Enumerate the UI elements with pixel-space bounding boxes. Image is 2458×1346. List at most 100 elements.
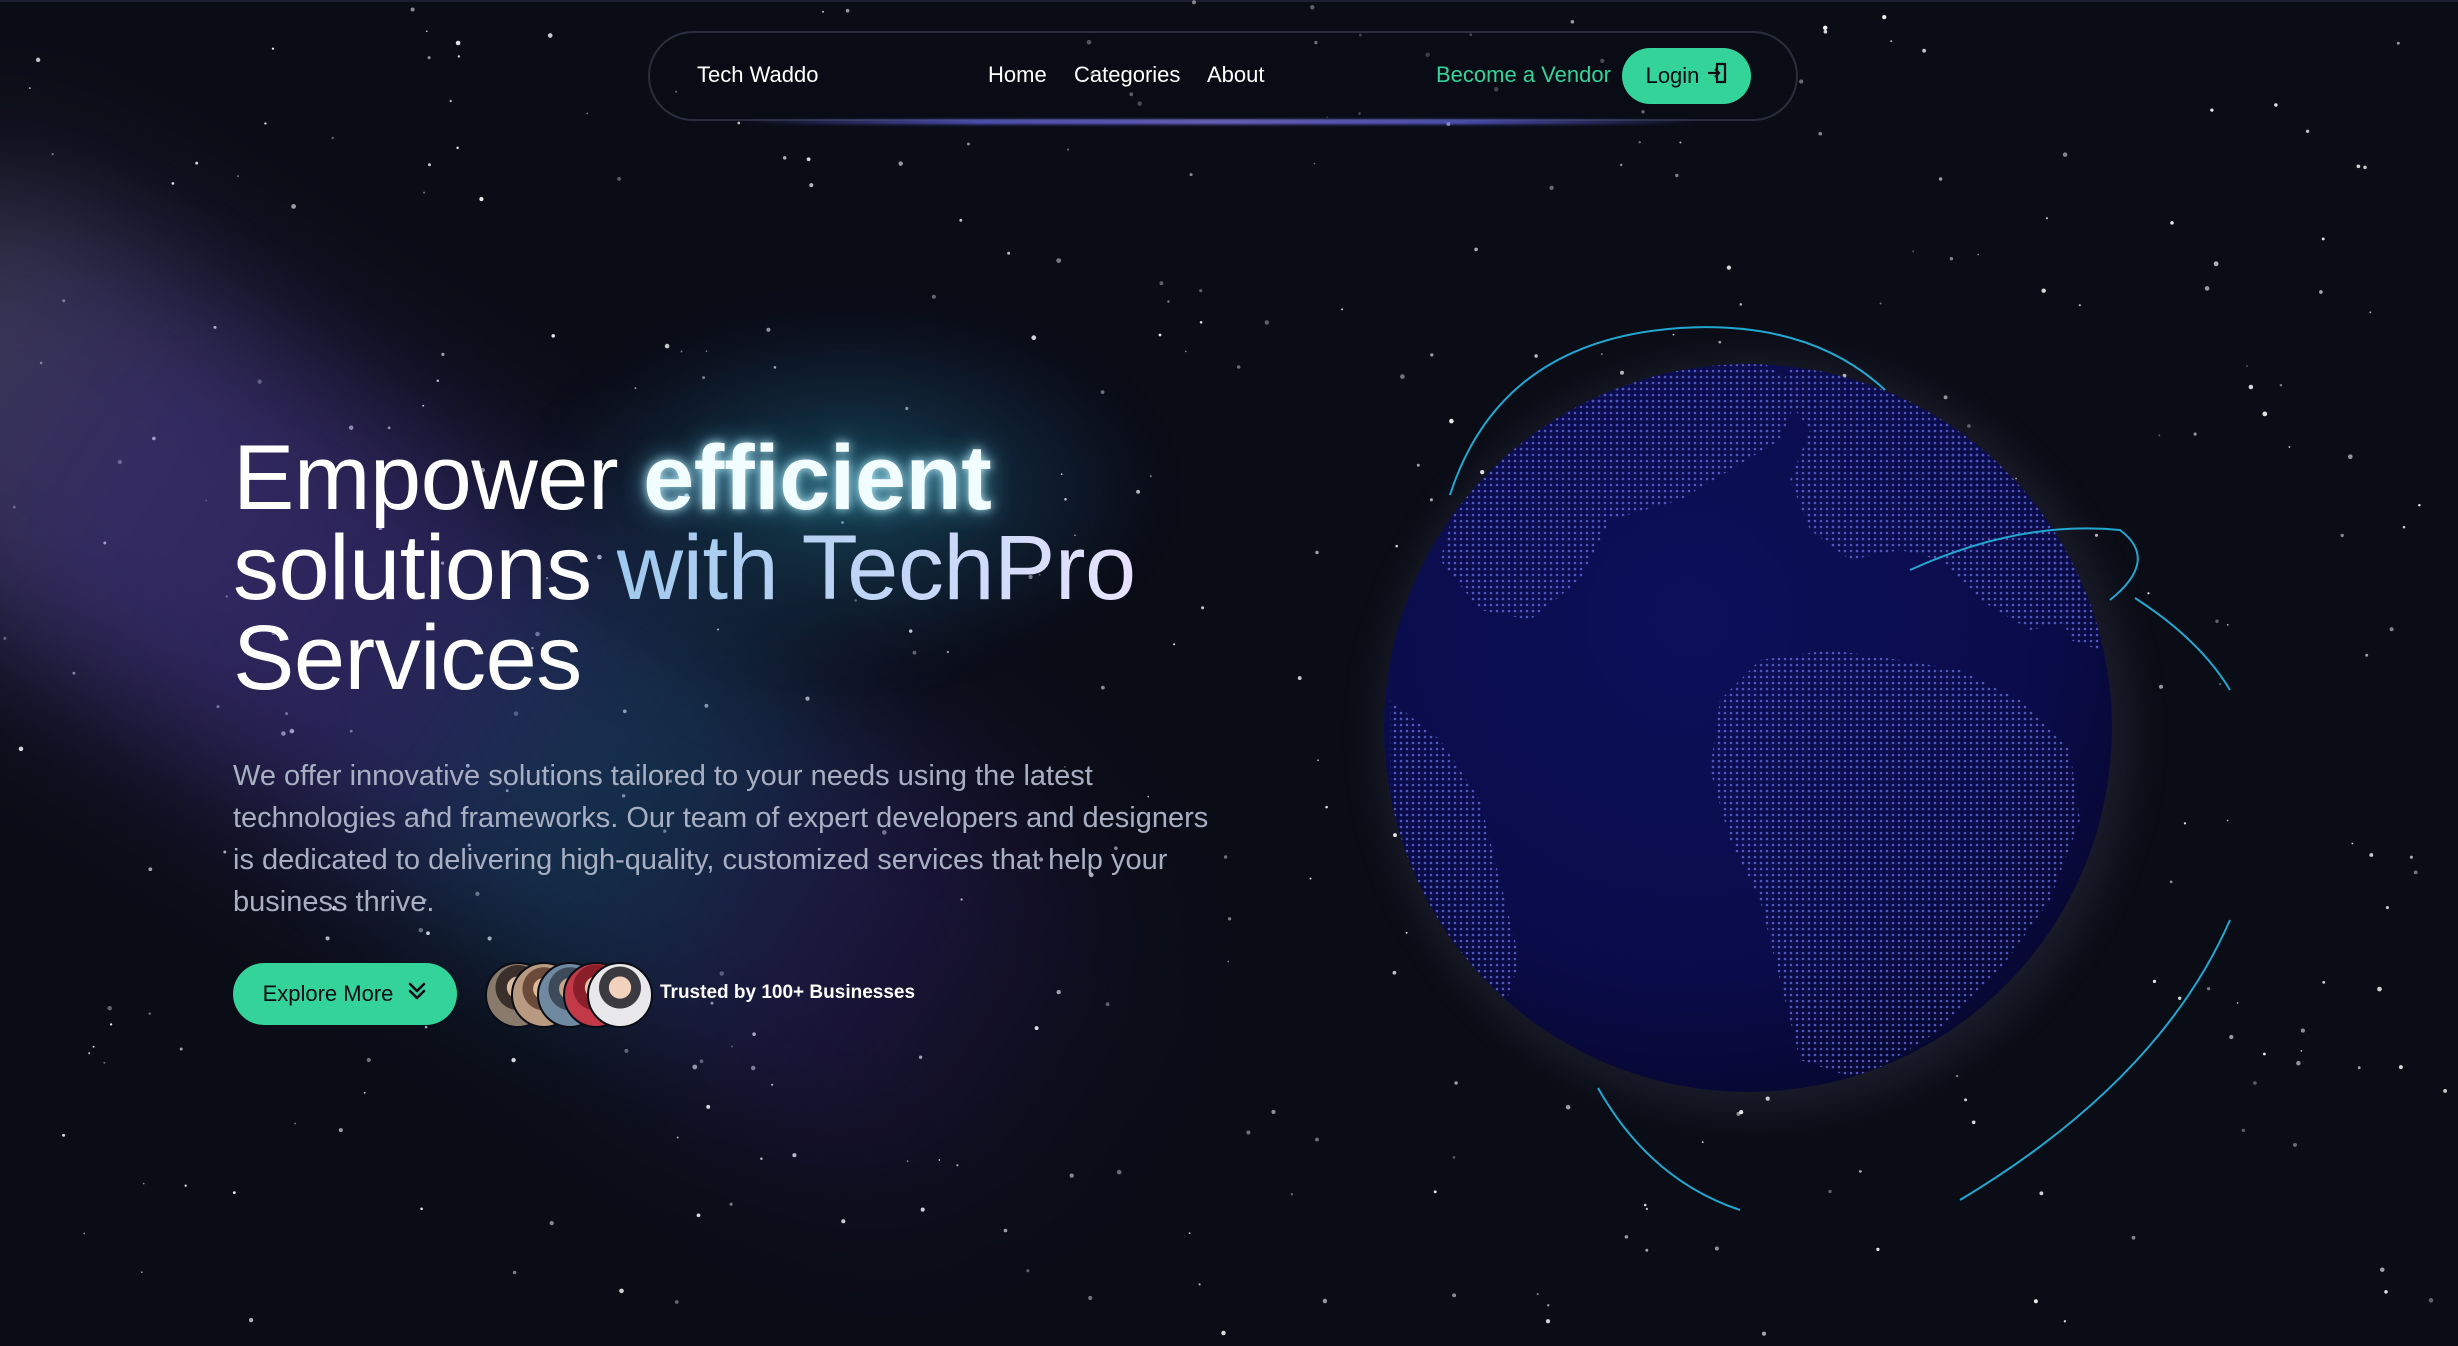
star <box>2413 870 2418 875</box>
star <box>35 57 41 63</box>
star <box>2296 1060 2301 1066</box>
star <box>2319 290 2323 294</box>
star <box>291 204 296 209</box>
star <box>2409 855 2413 859</box>
star <box>617 177 621 181</box>
heading-gradient-text: with TechPro <box>616 517 1137 619</box>
become-vendor-link[interactable]: Become a Vendor <box>1436 62 1611 88</box>
star <box>420 1207 423 1211</box>
star <box>806 157 811 162</box>
star <box>1198 1283 1201 1286</box>
star <box>549 1221 554 1226</box>
star <box>148 867 153 872</box>
star <box>1452 1293 1457 1298</box>
explore-more-button[interactable]: Explore More <box>233 963 457 1025</box>
star <box>1192 0 1196 5</box>
star <box>237 175 239 178</box>
star <box>456 146 459 150</box>
star <box>271 47 275 50</box>
star <box>2204 286 2210 291</box>
navbar-underglow <box>740 120 1700 124</box>
star <box>366 1057 371 1063</box>
star <box>109 1023 113 1026</box>
star <box>410 7 415 12</box>
star <box>1341 308 1344 311</box>
heading-word-solutions: solutions <box>233 517 592 619</box>
star <box>423 191 426 194</box>
star <box>920 1207 925 1212</box>
star <box>676 1136 679 1139</box>
star <box>696 1213 701 1218</box>
brand-logo[interactable]: Tech Waddo <box>697 62 818 88</box>
star <box>1309 877 1312 880</box>
star <box>2305 129 2310 133</box>
star <box>586 112 589 115</box>
star <box>2045 217 2049 220</box>
star <box>1116 1169 1122 1175</box>
login-label: Login <box>1645 63 1700 88</box>
star <box>479 197 484 202</box>
star <box>1876 1247 1880 1252</box>
star <box>2263 1052 2266 1056</box>
star <box>2274 103 2278 107</box>
star <box>2279 383 2283 387</box>
nav-home-link[interactable]: Home <box>988 62 1047 88</box>
star <box>2396 41 2400 45</box>
star <box>92 1045 95 1048</box>
star <box>1184 350 1187 353</box>
star <box>1223 855 1228 859</box>
nav-categories-link[interactable]: Categories <box>1074 62 1180 88</box>
star <box>1882 14 1887 20</box>
star <box>1313 162 1316 165</box>
star <box>1675 173 1679 178</box>
star <box>2262 411 2268 417</box>
star <box>1624 1235 1629 1239</box>
star <box>2131 1235 2136 1240</box>
star <box>2428 1298 2434 1303</box>
nav-about-link[interactable]: About <box>1207 62 1265 88</box>
star <box>959 218 963 222</box>
client-avatars <box>485 962 653 1028</box>
star <box>18 746 24 752</box>
star <box>1199 289 1203 293</box>
star <box>1938 177 1943 181</box>
globe-illustration <box>1384 326 2231 1211</box>
star <box>2347 454 2353 460</box>
star <box>1271 1109 1276 1114</box>
star <box>1315 550 1319 555</box>
star <box>424 1025 428 1029</box>
star <box>624 1048 629 1053</box>
star <box>898 161 903 166</box>
star <box>195 161 199 165</box>
star <box>845 8 850 13</box>
star <box>547 33 553 38</box>
star <box>1188 1232 1191 1234</box>
login-button[interactable]: Login <box>1622 48 1751 104</box>
star <box>1799 79 1804 84</box>
star <box>2041 288 2046 293</box>
star <box>1290 1193 1294 1196</box>
star <box>1679 141 1682 144</box>
star <box>729 1202 733 1206</box>
star <box>184 1184 187 1187</box>
trusted-text: Trusted by 100+ Businesses <box>660 982 916 1003</box>
star <box>1067 148 1070 151</box>
star <box>706 1104 711 1109</box>
star <box>2078 304 2081 307</box>
star <box>418 927 424 933</box>
star <box>28 87 31 90</box>
star <box>51 153 54 156</box>
star <box>1879 302 1882 305</box>
star <box>1056 258 1062 263</box>
star <box>1823 29 1828 34</box>
star <box>674 1300 679 1304</box>
star <box>2293 1142 2297 1147</box>
star <box>2418 503 2421 507</box>
star <box>792 1153 797 1158</box>
star <box>822 10 825 13</box>
star <box>809 183 814 188</box>
heading-word-services: Services <box>233 607 582 709</box>
star <box>841 1219 846 1224</box>
star <box>1536 1293 1539 1296</box>
star <box>2402 525 2406 529</box>
